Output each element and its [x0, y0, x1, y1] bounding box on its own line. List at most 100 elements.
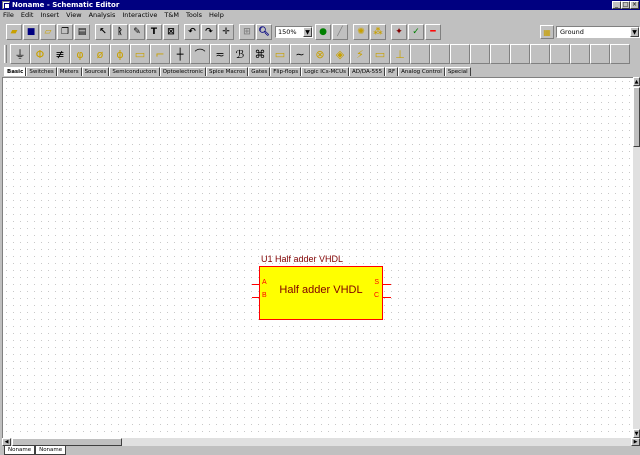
tab-meters[interactable]: Meters [56, 67, 82, 76]
empty-slot [450, 44, 470, 64]
tab-basic[interactable]: Basic [4, 67, 27, 76]
component-search-icon[interactable]: ✺ [353, 24, 369, 40]
copy-icon[interactable]: ❐ [57, 24, 73, 40]
select-arrow-icon[interactable]: ↖ [95, 24, 111, 40]
antenna-icon[interactable]: ⊥ [390, 44, 410, 64]
menu-edit[interactable]: Edit [21, 10, 34, 20]
minimize-button[interactable]: _ [612, 1, 621, 9]
menu-file[interactable]: File [3, 10, 14, 20]
paste-icon[interactable]: ▤ [74, 24, 90, 40]
grid-icon[interactable]: ⊞ [239, 24, 255, 40]
tab-logic-ics-mcus[interactable]: Logic ICs-MCUs [301, 67, 350, 76]
tab-ad-da-555[interactable]: AD/DA-555 [349, 67, 386, 76]
controlled-source-icon[interactable]: ɸ [110, 44, 130, 64]
subcircuit-icon[interactable]: ⁂ [370, 24, 386, 40]
menu-tm[interactable]: T&M [164, 10, 179, 20]
empty-slot [530, 44, 550, 64]
pin-b-wire[interactable] [252, 297, 260, 298]
empty-slot [610, 44, 630, 64]
rotate-right-icon[interactable]: ↷ [201, 24, 217, 40]
menu-help[interactable]: Help [209, 10, 224, 20]
empty-slot [490, 44, 510, 64]
sheet-tab[interactable]: Noname [4, 446, 36, 455]
resistor-icon[interactable]: ▭ [130, 44, 150, 64]
maximize-button[interactable]: □ [621, 1, 630, 9]
pin-a-wire[interactable] [252, 284, 260, 285]
open-icon[interactable]: ▰ [6, 24, 22, 40]
current-source-icon[interactable]: ø [90, 44, 110, 64]
toolbar-grip[interactable] [4, 45, 7, 63]
vertical-scroll-thumb[interactable] [633, 87, 640, 147]
voltage-source-icon[interactable]: Φ [30, 44, 50, 64]
flip-icon[interactable]: ✛ [218, 24, 234, 40]
tab-rf[interactable]: RF [385, 67, 399, 76]
text-tool-icon[interactable]: T [146, 24, 162, 40]
scroll-up-icon[interactable]: ▲ [633, 77, 640, 86]
run-analysis-icon[interactable]: ● [315, 24, 331, 40]
vertical-scrollbar[interactable]: ▲ ▼ [633, 77, 640, 438]
meter-icon[interactable]: ⚡ [350, 44, 370, 64]
menu-interactive[interactable]: Interactive [122, 10, 157, 20]
save-icon[interactable]: ■ [23, 24, 39, 40]
chevron-down-icon[interactable]: ▼ [630, 27, 639, 37]
horizontal-scrollbar[interactable]: ◀ ▶ [2, 438, 640, 446]
close-button[interactable]: × [630, 1, 639, 9]
tab-switches[interactable]: Switches [26, 67, 57, 76]
component-label[interactable]: U1 Half adder VHDL [261, 254, 343, 264]
switch-icon[interactable]: ⌐ [150, 44, 170, 64]
crystal-icon[interactable]: ⌘ [250, 44, 270, 64]
graphics-tool-icon[interactable]: ⊠ [163, 24, 179, 40]
ac-source-icon[interactable]: φ [70, 44, 90, 64]
empty-slot [570, 44, 590, 64]
window-title: Noname - Schematic Editor [12, 1, 120, 9]
tab-analog-control[interactable]: Analog Control [398, 67, 445, 76]
menu-analysis[interactable]: Analysis [89, 10, 116, 20]
scroll-left-icon[interactable]: ◀ [2, 438, 11, 446]
pin-s-wire[interactable] [383, 284, 391, 285]
menu-tools[interactable]: Tools [186, 10, 202, 20]
component-select[interactable]: Ground ▼ [556, 26, 640, 38]
pin-c-wire[interactable] [383, 297, 391, 298]
led-icon[interactable]: ⊗ [310, 44, 330, 64]
tab-sources[interactable]: Sources [81, 67, 110, 76]
ground-component-icon[interactable]: ▦ [540, 25, 554, 39]
probe-icon[interactable]: ╱ [332, 24, 348, 40]
pin-b-label: B [262, 292, 267, 299]
stop-icon[interactable]: ━ [425, 24, 441, 40]
pen-icon[interactable]: ✎ [129, 24, 145, 40]
inductor-icon[interactable]: ⌒ [190, 44, 210, 64]
horizontal-scroll-thumb[interactable] [12, 438, 122, 446]
ground-icon[interactable]: ⏚ [10, 44, 30, 64]
wire-tool-icon[interactable]: ᚱ [112, 24, 128, 40]
zoom-icon[interactable]: 🔍︎ [256, 24, 272, 40]
tab-semiconductors[interactable]: Semiconductors [109, 67, 160, 76]
capacitor-icon[interactable]: ┼ [170, 44, 190, 64]
title-bar: Noname - Schematic Editor _ □ × [0, 0, 640, 10]
transformer-icon[interactable]: ≂ [210, 44, 230, 64]
chevron-down-icon[interactable]: ▼ [303, 27, 312, 37]
fuse-icon[interactable]: ▭ [270, 44, 290, 64]
schematic-canvas[interactable]: U1 Half adder VHDL Half adder VHDL A B S… [2, 77, 633, 438]
dc-analysis-icon[interactable]: ✓ [408, 24, 424, 40]
battery-icon[interactable]: ≢ [50, 44, 70, 64]
menu-view[interactable]: View [66, 10, 81, 20]
empty-slot [590, 44, 610, 64]
tab-optoelectronic[interactable]: Optoelectronic [159, 67, 206, 76]
zoom-select[interactable]: 150% ▼ [275, 26, 313, 38]
lamp-icon[interactable]: ∼ [290, 44, 310, 64]
tab-spice-macros[interactable]: Spice Macros [206, 67, 249, 76]
diode-icon[interactable]: ◈ [330, 44, 350, 64]
tab-flip-flops[interactable]: Flip-flops [270, 67, 302, 76]
sheet-tab[interactable]: Noname [35, 446, 67, 455]
rotate-left-icon[interactable]: ↶ [184, 24, 200, 40]
tab-gates[interactable]: Gates [248, 67, 271, 76]
tab-special[interactable]: Special [444, 67, 471, 76]
interactive-start-icon[interactable]: ✦ [391, 24, 407, 40]
relay-icon[interactable]: ℬ [230, 44, 250, 64]
connector-icon[interactable]: ▭ [370, 44, 390, 64]
half-adder-component[interactable]: Half adder VHDL A B S C [259, 266, 383, 320]
open-folder-icon[interactable]: ▱ [40, 24, 56, 40]
scroll-down-icon[interactable]: ▼ [633, 429, 640, 438]
menu-insert[interactable]: Insert [40, 10, 59, 20]
scroll-right-icon[interactable]: ▶ [631, 438, 640, 446]
